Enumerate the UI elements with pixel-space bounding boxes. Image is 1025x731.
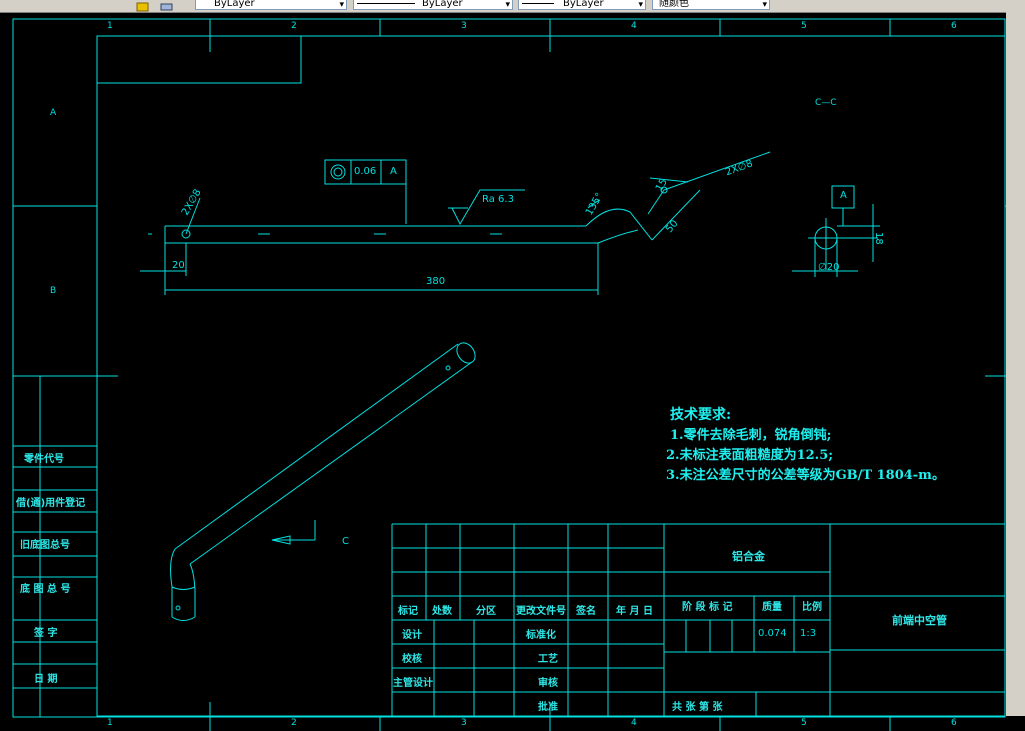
title-block-grid <box>391 523 1005 716</box>
vertical-scrollbar[interactable] <box>1006 12 1025 716</box>
zone-ticks <box>13 19 1006 731</box>
dimensions <box>140 159 701 295</box>
lineweight-dropdown[interactable]: ByLayer ▾ <box>518 0 646 10</box>
chevron-down-icon: ▾ <box>638 0 643 10</box>
linetype-value: ByLayer <box>422 0 463 9</box>
layer-value: ByLayer <box>214 0 255 9</box>
left-panel <box>13 376 97 717</box>
layer-dropdown[interactable]: ByLayer ▾ <box>195 0 347 10</box>
chevron-down-icon: ▾ <box>762 0 767 10</box>
inner-frame <box>96 35 1006 717</box>
lineweight-value: ByLayer <box>563 0 604 9</box>
outer-frame <box>12 18 1006 718</box>
layer-stack-icon[interactable] <box>160 0 174 11</box>
linetype-dropdown[interactable]: ByLayer ▾ <box>353 0 513 10</box>
tube-front-view <box>148 151 771 244</box>
drawing-canvas[interactable] <box>0 12 1006 731</box>
plot-style-dropdown[interactable]: 随颜色 ▾ <box>652 0 770 10</box>
document-number-box <box>96 35 302 84</box>
layer-states-icon[interactable] <box>136 0 150 12</box>
tube-3d-view <box>170 342 476 621</box>
chevron-down-icon: ▾ <box>505 0 510 10</box>
chevron-down-icon: ▾ <box>339 0 344 10</box>
section-view <box>792 185 880 277</box>
plot-style-value: 随颜色 <box>659 0 689 9</box>
